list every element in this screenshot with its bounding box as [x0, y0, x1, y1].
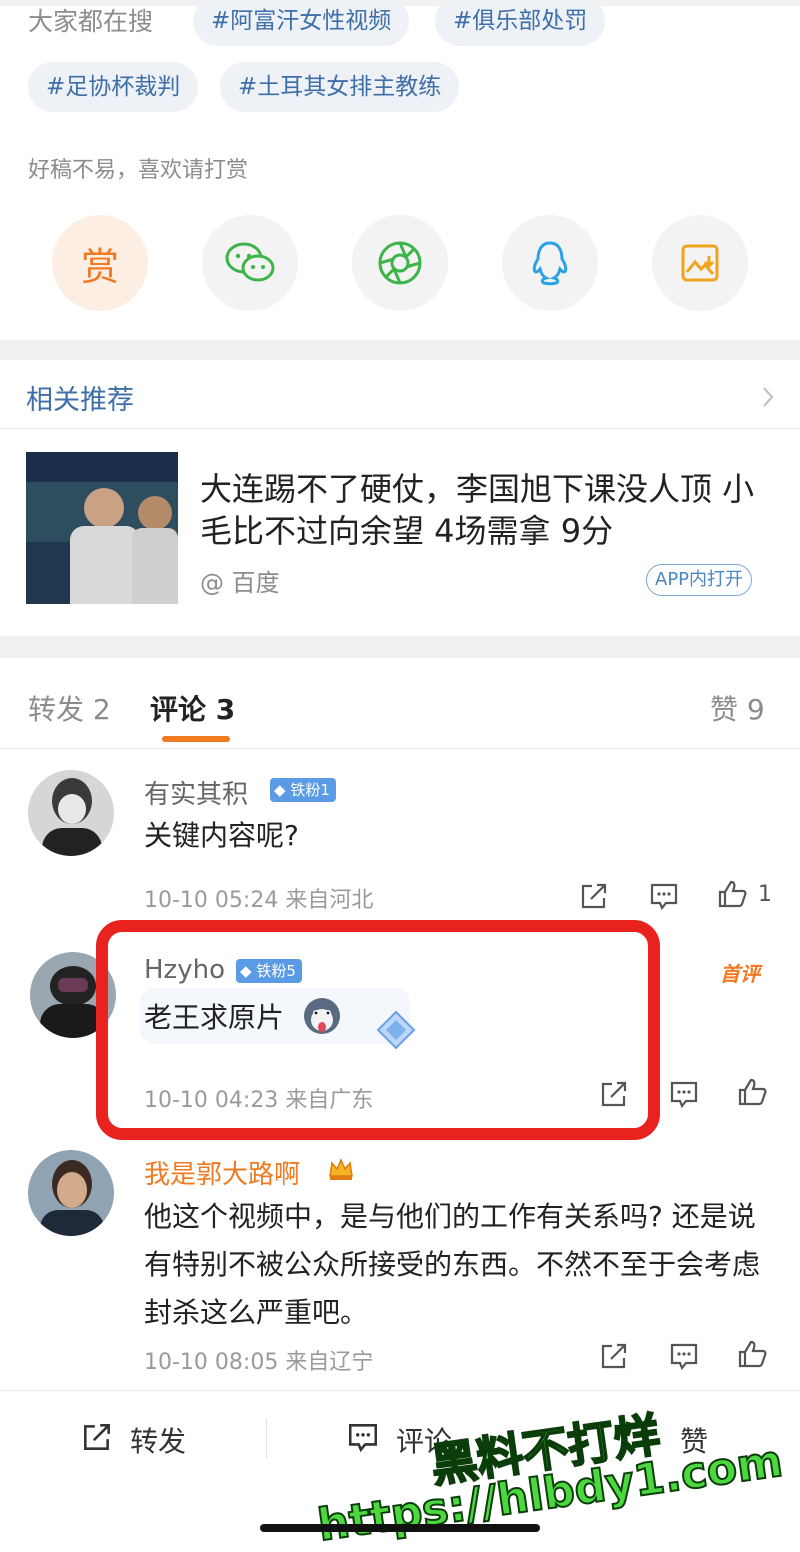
bottom-comment-icon[interactable]	[346, 1420, 380, 1454]
comment-author[interactable]: 我是郭大路啊	[144, 1154, 300, 1191]
app-open-badge[interactable]: APP内打开	[646, 564, 753, 596]
fan-level-badge: ◆ 铁粉1	[270, 778, 336, 802]
home-indicator	[260, 1524, 540, 1532]
comment-icon[interactable]	[648, 880, 680, 912]
like-count: 1	[758, 882, 772, 907]
avatar[interactable]	[28, 770, 114, 856]
comment-text: 关键内容呢?	[144, 819, 299, 852]
comment-text: 他这个视频中，是与他们的工作有关系吗? 还是说有特别不被公众所接受的东西。不然不…	[144, 1200, 761, 1329]
highlight-box	[96, 920, 660, 1140]
like-icon[interactable]	[736, 1076, 768, 1108]
comment-author[interactable]: 有实其积	[144, 774, 248, 811]
search-chip-1[interactable]: #阿富汗女性视频	[193, 0, 410, 46]
qq-icon	[532, 241, 568, 286]
first-comment-tag: 首评	[720, 962, 760, 986]
reward-glyph: 赏	[80, 244, 119, 289]
search-chip-3[interactable]: #足协杯裁判	[28, 62, 199, 112]
reward-button[interactable]: 赏	[52, 215, 148, 311]
share-icon[interactable]	[598, 1340, 630, 1372]
divider	[266, 1418, 267, 1458]
moments-icon	[378, 241, 422, 285]
section-gap	[0, 340, 800, 360]
section-gap	[0, 636, 800, 658]
search-chip-2[interactable]: #俱乐部处罚	[435, 0, 606, 46]
interaction-tabs: 转发 2 评论 3 赞 9	[0, 660, 800, 749]
share-icon[interactable]	[578, 880, 610, 912]
comment-icon[interactable]	[668, 1078, 700, 1110]
like-icon[interactable]	[736, 1338, 768, 1370]
fan-level-text: 铁粉1	[290, 781, 330, 799]
related-source: @ 百度	[200, 569, 280, 597]
related-thumbnail[interactable]	[26, 452, 178, 604]
wechat-share-button[interactable]	[202, 215, 298, 311]
search-chip-4[interactable]: #土耳其女排主教练	[220, 62, 460, 112]
repost-button[interactable]: 转发	[130, 1420, 186, 1460]
divider	[0, 428, 800, 429]
tab-repost[interactable]: 转发 2	[28, 688, 111, 728]
moments-share-button[interactable]	[352, 215, 448, 311]
tab-comments[interactable]: 评论 3	[150, 688, 235, 728]
comment-icon[interactable]	[668, 1340, 700, 1372]
wechat-icon	[225, 242, 275, 282]
qq-share-button[interactable]	[502, 215, 598, 311]
save-image-icon	[681, 244, 719, 282]
related-title: 相关推荐	[26, 385, 134, 416]
active-tab-indicator	[162, 736, 230, 742]
crown-icon	[329, 1158, 353, 1180]
reward-note: 好稿不易，喜欢请打赏	[28, 158, 249, 183]
search-label: 大家都在搜	[28, 7, 154, 36]
like-icon[interactable]	[716, 878, 748, 910]
tab-likes[interactable]: 赞 9	[710, 688, 765, 728]
chevron-right-icon[interactable]	[760, 385, 776, 409]
comment-meta: 10-10 08:05 来自辽宁	[144, 1350, 374, 1375]
save-image-button[interactable]	[652, 215, 748, 311]
related-headline[interactable]: 大连踢不了硬仗，李国旭下课没人顶 小毛比不过向余望 4场需拿 9分	[200, 468, 760, 552]
avatar[interactable]	[28, 1150, 114, 1236]
comment-meta: 10-10 05:24 来自河北	[144, 888, 374, 913]
repost-icon[interactable]	[80, 1420, 114, 1454]
